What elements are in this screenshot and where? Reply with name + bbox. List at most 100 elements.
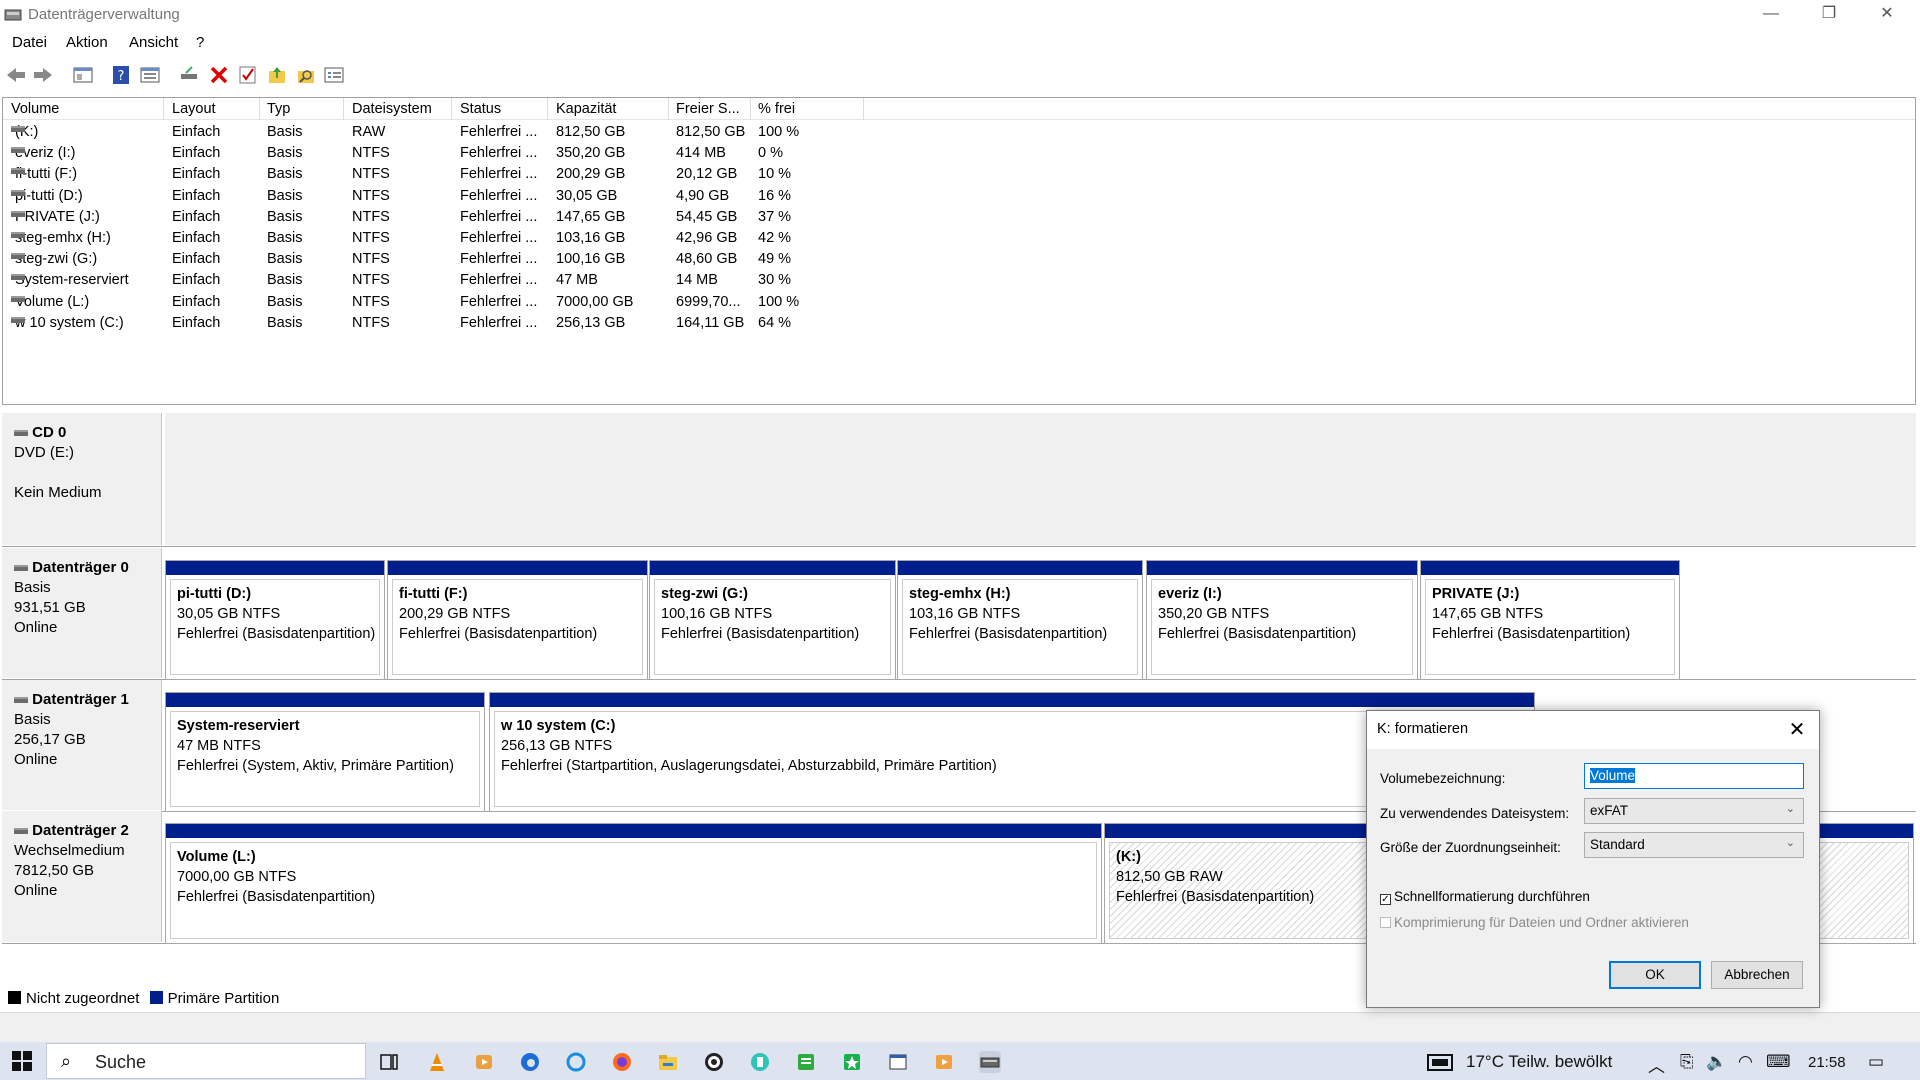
- cell-layout: Einfach: [172, 314, 221, 331]
- cell-status: Fehlerfrei ...: [460, 272, 538, 289]
- properties-view-icon[interactable]: [139, 64, 161, 86]
- cancel-button[interactable]: Abbrechen: [1711, 961, 1803, 989]
- weather-text[interactable]: 17°C Teilw. bewölkt: [1466, 1052, 1612, 1072]
- partition-type-bar: [1147, 561, 1417, 575]
- disk-label-2[interactable]: Datenträger 1 Basis 256,17 GB Online: [2, 680, 162, 810]
- firefox-icon[interactable]: [611, 1051, 633, 1073]
- column-header-layout[interactable]: Layout: [172, 101, 216, 121]
- network-drive-icon[interactable]: ⎘: [1680, 1052, 1694, 1072]
- disk-size: [14, 463, 161, 483]
- table-row[interactable]: Volume (L:) Einfach Basis NTFS Fehlerfrei ..…: [3, 292, 903, 313]
- table-row[interactable]: steg-zwi (G:) Einfach Basis NTFS Fehlerfrei …: [3, 249, 903, 270]
- partition-block[interactable]: fi-tutti (F:) 200,29 GB NTFS Fehlerfrei (B…: [387, 560, 648, 680]
- vlc-icon[interactable]: [426, 1051, 448, 1073]
- partition-block[interactable]: everiz (I:) 350,20 GB NTFS Fehlerfrei (Bas…: [1146, 560, 1418, 680]
- edge-browser-icon[interactable]: [519, 1051, 541, 1073]
- disk-label-0[interactable]: CD 0 DVD (E:) Kein Medium: [2, 413, 162, 545]
- chevron-up-icon[interactable]: ︿: [1648, 1052, 1665, 1077]
- filesystem-select[interactable]: exFAT ⌄: [1584, 798, 1804, 824]
- table-row[interactable]: PRIVATE (J:) Einfach Basis NTFS Fehlerfrei .…: [3, 207, 903, 228]
- column-header-status[interactable]: Status: [460, 101, 501, 121]
- clock[interactable]: 21:58: [1808, 1054, 1846, 1071]
- table-row[interactable]: w 10 system (C:) Einfach Basis NTFS Fehlerfr…: [3, 313, 903, 334]
- disk-label-1[interactable]: Datenträger 0 Basis 931,51 GB Online: [2, 548, 162, 678]
- folder-search-icon[interactable]: [295, 64, 317, 86]
- ok-button[interactable]: OK: [1609, 961, 1701, 989]
- partition-block[interactable]: steg-zwi (G:) 100,16 GB NTFS Fehlerfrei (B…: [649, 560, 896, 680]
- partition-body: fi-tutti (F:) 200,29 GB NTFS Fehlerfrei (B…: [392, 579, 643, 675]
- back-arrow-icon[interactable]: [5, 64, 27, 86]
- wifi-icon[interactable]: ◠: [1738, 1052, 1753, 1072]
- volume-label-input[interactable]: Volume: [1584, 763, 1804, 789]
- teal-app-icon[interactable]: [749, 1051, 771, 1073]
- check-icon[interactable]: [237, 64, 259, 86]
- close-button[interactable]: ✕: [1858, 0, 1916, 30]
- menu-file[interactable]: Datei: [12, 34, 47, 51]
- notification-icon[interactable]: ▭: [1868, 1052, 1884, 1072]
- format-dialog-close-icon[interactable]: ✕: [1783, 717, 1811, 743]
- table-row[interactable]: pi-tutti (D:) Einfach Basis NTFS Fehlerfrei …: [3, 186, 903, 207]
- keyboard-icon[interactable]: ⌨: [1766, 1052, 1791, 1072]
- table-row[interactable]: everiz (I:) Einfach Basis NTFS Fehlerfrei ..…: [3, 143, 903, 164]
- windows-start-icon[interactable]: [12, 1051, 32, 1071]
- status-bar: [0, 1012, 1920, 1042]
- console-tree-icon[interactable]: [72, 64, 94, 86]
- help-icon[interactable]: ?: [110, 64, 132, 86]
- video-app-icon[interactable]: [933, 1051, 955, 1073]
- quick-format-checkbox[interactable]: ✓ Schnellformatierung durchführen: [1380, 889, 1590, 905]
- folder-up-icon[interactable]: [266, 64, 288, 86]
- forward-arrow-icon[interactable]: [32, 64, 54, 86]
- green-document-icon[interactable]: [795, 1051, 817, 1073]
- column-header-volume[interactable]: Volume: [11, 101, 59, 121]
- partition-block[interactable]: Volume (L:) 7000,00 GB NTFS Fehlerfrei (Ba…: [165, 823, 1102, 944]
- obs-icon[interactable]: [703, 1051, 725, 1073]
- column-header-type[interactable]: Typ: [267, 101, 290, 121]
- cell-type: Basis: [267, 230, 303, 246]
- filesystem-label: Zu verwendendes Dateisystem:: [1380, 806, 1570, 821]
- window-app-icon[interactable]: [887, 1051, 909, 1073]
- allocation-unit-select[interactable]: Standard ⌄: [1584, 832, 1804, 858]
- disk-status: Online: [14, 882, 58, 899]
- partition-status: Fehlerfrei (Basisdatenpartition): [177, 889, 376, 905]
- disk-label-3[interactable]: Datenträger 2 Wechselmedium 7812,50 GB Onli…: [2, 811, 162, 942]
- partition-block[interactable]: steg-emhx (H:) 103,16 GB NTFS Fehlerfrei (…: [897, 560, 1143, 680]
- cell-percent-free: 37 %: [758, 208, 792, 225]
- cell-free-space: 414 MB: [676, 145, 726, 162]
- table-row[interactable]: fi-tutti (F:) Einfach Basis NTFS Fehlerfrei …: [3, 164, 903, 185]
- speaker-icon[interactable]: 🔈: [1706, 1052, 1727, 1072]
- cell-type: Basis: [267, 272, 303, 289]
- column-header-percent-free[interactable]: % frei: [758, 101, 795, 121]
- maximize-button[interactable]: ❐: [1800, 0, 1858, 30]
- partition-block[interactable]: System-reserviert 47 MB NTFS Fehlerfrei (S…: [165, 692, 485, 812]
- cell-type: Basis: [267, 166, 303, 183]
- menu-action[interactable]: Aktion: [66, 34, 108, 51]
- partition-block[interactable]: pi-tutti (D:) 30,05 GB NTFS Fehlerfrei (Ba…: [165, 560, 385, 680]
- cell-percent-free: 30 %: [758, 272, 792, 289]
- table-row[interactable]: steg-emhx (H:) Einfach Basis NTFS Fehlerfrei…: [3, 228, 903, 249]
- column-header-free-space[interactable]: Freier S...: [676, 101, 740, 121]
- minimize-button[interactable]: —: [1742, 0, 1800, 30]
- column-header-filesystem[interactable]: Dateisystem: [352, 101, 432, 121]
- column-header-capacity[interactable]: Kapazität: [556, 101, 616, 121]
- task-view-icon[interactable]: [378, 1051, 400, 1073]
- cell-layout: Einfach: [172, 208, 221, 225]
- table-row[interactable]: System-reserviert Einfach Basis NTFS Fehlerf…: [3, 270, 903, 291]
- cell-capacity: 147,65 GB: [556, 208, 626, 225]
- media-player-icon[interactable]: [473, 1051, 495, 1073]
- partition-block[interactable]: PRIVATE (J:) 147,65 GB NTFS Fehlerfrei (Ba…: [1420, 560, 1680, 680]
- taskbar-search[interactable]: ⌕ Suche: [46, 1043, 366, 1079]
- green-star-app-icon[interactable]: [841, 1051, 863, 1073]
- cortana-icon[interactable]: [565, 1051, 587, 1073]
- connect-disk-icon[interactable]: [178, 64, 200, 86]
- partition-body: System-reserviert 47 MB NTFS Fehlerfrei (S…: [170, 711, 480, 807]
- volume-label-label: Volumebezeichnung:: [1380, 771, 1506, 786]
- menu-view[interactable]: Ansicht: [129, 34, 178, 51]
- cell-percent-free: 16 %: [758, 187, 792, 204]
- cell-percent-free: 100 %: [758, 293, 800, 310]
- file-explorer-icon[interactable]: [657, 1051, 679, 1073]
- table-row[interactable]: (K:) Einfach Basis RAW Fehlerfrei ... 812,50 …: [3, 122, 903, 143]
- delete-icon[interactable]: [208, 64, 230, 86]
- menu-help[interactable]: ?: [196, 34, 204, 51]
- disk-management-taskbar-icon[interactable]: [979, 1051, 1001, 1073]
- list-view-icon[interactable]: [323, 64, 345, 86]
